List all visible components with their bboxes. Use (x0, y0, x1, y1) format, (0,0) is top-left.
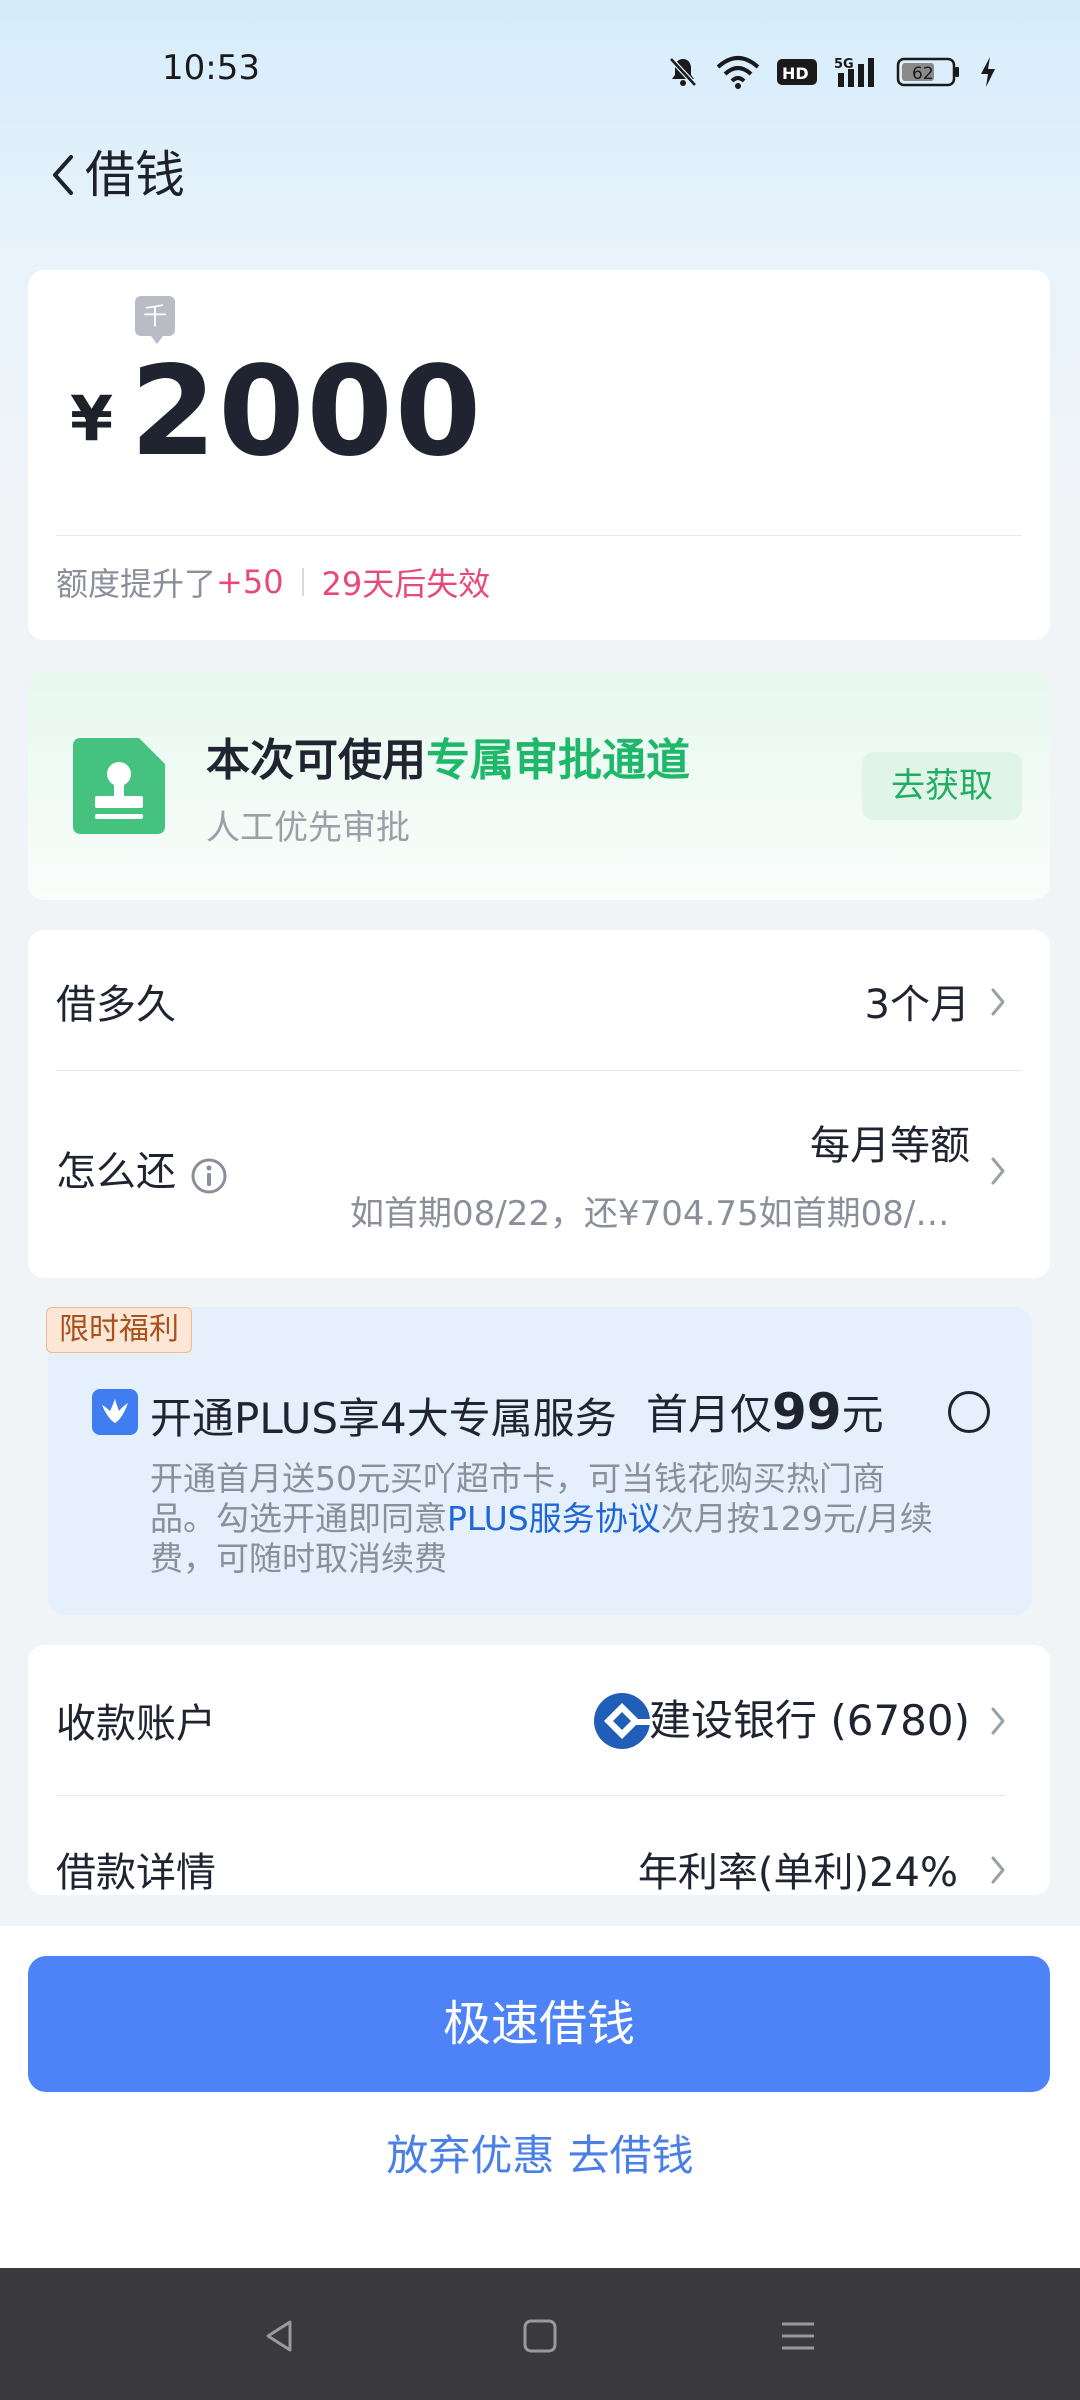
loan-detail-label: 借款详情 (56, 1850, 216, 1896)
receive-account-label: 收款账户 (56, 1701, 216, 1747)
info-icon[interactable] (190, 1157, 228, 1195)
loan-options-card: 借多久 3个月 怎么还 每月等额 如首期08/22，还¥704.75如首期08/… (28, 930, 1050, 1278)
header: 借钱 (0, 130, 1080, 220)
unit-tag: 千 (135, 296, 175, 344)
plus-agreement-link[interactable]: PLUS服务协议 (447, 1499, 661, 1538)
approval-title: 本次可使用专属审批通道 (206, 724, 690, 788)
quota-info: 额度提升了 +50 29天后失效 (56, 552, 490, 612)
promo-tag: 限时福利 (46, 1307, 192, 1353)
duration-row[interactable]: 借多久 3个月 (28, 930, 1050, 1070)
svg-text:62: 62 (912, 64, 934, 84)
nav-home-button[interactable] (510, 2306, 570, 2366)
loan-detail-row[interactable]: 借款详情 年利率(单利)24% (28, 1796, 1050, 1896)
account-card: 收款账户 建设银行 (6780) 借款详情 年利率(单利)24% (28, 1645, 1050, 1896)
charging-icon (981, 57, 995, 87)
plus-logo-icon (92, 1389, 138, 1435)
lines-menu-icon (782, 2322, 814, 2350)
get-approval-button[interactable]: 去获取 (862, 752, 1022, 820)
duration-value: 3个月 (864, 982, 970, 1028)
approval-banner: 本次可使用专属审批通道 人工优先审批 去获取 (28, 672, 1050, 900)
signal-5g-icon: 5G (834, 57, 874, 87)
chevron-right-icon (991, 1157, 1005, 1185)
bell-muted-icon (669, 57, 697, 87)
repay-label: 怎么还 (56, 1149, 176, 1195)
wifi-icon (716, 56, 760, 89)
nav-back-button[interactable] (250, 2306, 310, 2366)
bank-name: 建设银行 (6780) (648, 1696, 970, 1745)
quick-borrow-button[interactable]: 极速借钱 (28, 1956, 1050, 2092)
loan-detail-value: 年利率(单利)24% (637, 1850, 958, 1896)
receive-account-row[interactable]: 收款账户 建设银行 (6780) (28, 1645, 1050, 1795)
approval-title-highlight: 专属审批通道 (426, 735, 690, 786)
approval-title-prefix: 本次可使用 (206, 735, 426, 786)
hd-icon: HD (777, 59, 817, 85)
amount-input[interactable]: 2000 (130, 340, 483, 484)
chevron-right-icon (991, 1856, 1005, 1884)
status-icons: HD 5G 62 (666, 52, 998, 92)
page-title: 借钱 (85, 146, 185, 204)
battery-icon: 62 (896, 57, 959, 87)
amount-divider (56, 535, 1022, 536)
chevron-left-icon (53, 155, 73, 195)
chevron-right-icon (991, 988, 1005, 1016)
quota-increase: +50 (216, 563, 284, 601)
system-nav-bar (0, 2268, 1080, 2400)
promo-price-suffix: 元 (841, 1390, 884, 1439)
square-home-icon (523, 2319, 557, 2353)
promo-price-value: 99 (772, 1383, 842, 1441)
repay-detail: 如首期08/22，还¥704.75如首期08/22... (350, 1194, 970, 1234)
promo-price: 首月仅99元 (646, 1381, 884, 1442)
promo-title: 开通PLUS享4大专属服务 (150, 1394, 617, 1443)
quota-expire: 29天后失效 (321, 565, 491, 603)
status-bar: 10:53 HD 5G 62 (0, 0, 1080, 140)
nav-menu-button[interactable] (768, 2306, 828, 2366)
repay-row[interactable]: 怎么还 每月等额 (28, 1071, 1050, 1278)
svg-text:HD: HD (782, 64, 809, 83)
ccb-bank-logo-icon (594, 1693, 652, 1749)
quota-prefix: 额度提升了 (56, 565, 217, 603)
status-time: 10:53 (162, 48, 260, 88)
approval-subtitle: 人工优先审批 (206, 808, 410, 848)
currency-symbol: ¥ (70, 382, 114, 455)
stamp-icon (73, 738, 165, 834)
repay-method: 每月等额 (810, 1123, 970, 1169)
plus-promo-card: 限时福利 开通PLUS享4大专属服务 首月仅99元 开通首月送50元买吖超市卡，… (46, 1307, 1032, 1615)
quota-separator (301, 568, 304, 596)
triangle-back-icon (266, 2320, 292, 2352)
promo-description: 开通首月送50元买吖超市卡，可当钱花购买热门商品。勾选开通即同意PLUS服务协议… (150, 1459, 950, 1579)
duration-label: 借多久 (56, 982, 176, 1028)
promo-price-prefix: 首月仅 (646, 1390, 773, 1439)
chevron-right-icon (991, 1707, 1005, 1735)
amount-card: 千 ¥ 2000 额度提升了 +50 29天后失效 (28, 270, 1050, 640)
plus-opt-in-radio[interactable] (948, 1391, 990, 1433)
skip-offer-link[interactable]: 放弃优惠 去借钱 (0, 2122, 1080, 2183)
bottom-action-area: 极速借钱 放弃优惠 去借钱 (0, 1926, 1080, 2268)
